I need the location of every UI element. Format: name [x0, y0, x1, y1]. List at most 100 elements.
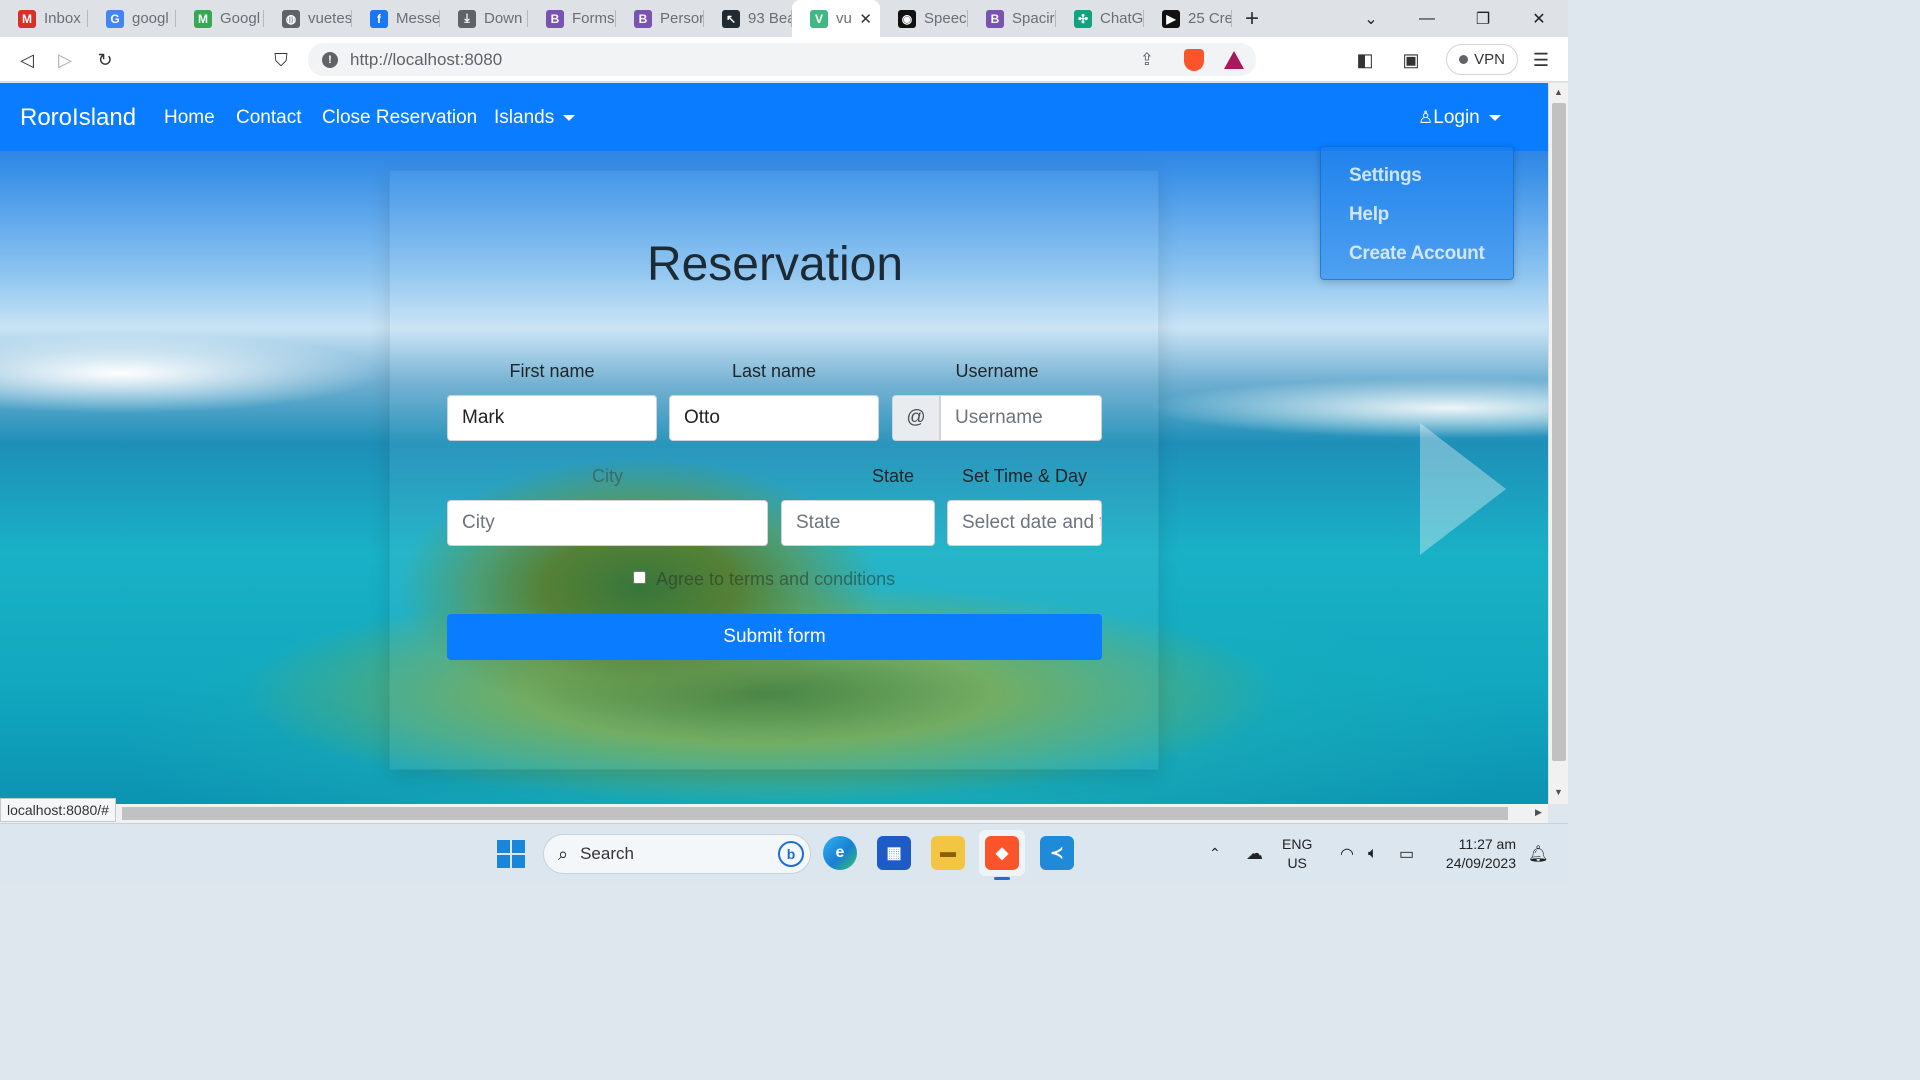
- sidebar-toggle-icon[interactable]: ◧: [1350, 45, 1380, 75]
- vpn-button[interactable]: VPN: [1446, 44, 1518, 75]
- microsoft-store-icon[interactable]: ▦: [877, 836, 911, 870]
- close-tab-icon[interactable]: ✕: [859, 10, 872, 28]
- forward-button[interactable]: ▷: [50, 45, 80, 75]
- active-app-indicator: [994, 877, 1010, 880]
- islands-label: Islands: [494, 107, 555, 128]
- browser-tab[interactable]: M Inbox: [0, 0, 88, 37]
- language-code: ENG: [1282, 835, 1313, 852]
- browser-tab[interactable]: B Forms: [528, 0, 616, 37]
- vertical-scrollbar[interactable]: ▲ ▼: [1548, 83, 1568, 804]
- close-window-button[interactable]: ✕: [1511, 0, 1567, 37]
- brave-browser-icon[interactable]: ◆: [985, 836, 1019, 870]
- taskbar-search[interactable]: ⌕ Search b: [543, 834, 811, 874]
- nav-link-contact[interactable]: Contact: [236, 107, 301, 129]
- scroll-down-icon[interactable]: ▼: [1554, 787, 1563, 797]
- bootstrap-icon: B: [634, 9, 652, 28]
- nav-dropdown-islands[interactable]: Islands: [494, 107, 576, 129]
- address-bar-row: ◁ ▷ ↻ ⛉ ! http://localhost:8080 ⇪ ◧ ▣ VP…: [0, 37, 1568, 82]
- brave-shields-icon[interactable]: [1184, 48, 1204, 71]
- browser-tab[interactable]: Ggoogl: [88, 0, 176, 37]
- wallet-icon[interactable]: ▣: [1396, 45, 1426, 75]
- tab-label: Persor: [660, 10, 704, 27]
- google-meet-icon: M: [194, 9, 212, 28]
- minimize-button[interactable]: —: [1399, 0, 1455, 37]
- windows-start-icon[interactable]: [497, 840, 525, 868]
- reservation-form-panel: Reservation First name Last name Usernam…: [389, 170, 1159, 770]
- scroll-up-icon[interactable]: ▲: [1554, 87, 1563, 97]
- browser-tab[interactable]: ⤓ Down: [440, 0, 528, 37]
- nav-link-home[interactable]: Home: [164, 107, 215, 129]
- bookmark-icon[interactable]: ⛉: [266, 45, 296, 75]
- login-dropdown-menu: Settings Help Create Account: [1320, 146, 1514, 280]
- browser-tab[interactable]: B Persor: [616, 0, 704, 37]
- url-text[interactable]: http://localhost:8080: [350, 50, 502, 70]
- first-name-input[interactable]: [447, 395, 657, 441]
- brand-logo[interactable]: RoroIsland: [20, 104, 136, 132]
- state-input[interactable]: [781, 500, 935, 546]
- browser-tab[interactable]: ▶ 25 Cre: [1144, 0, 1232, 37]
- city-input[interactable]: [447, 500, 768, 546]
- language-indicator[interactable]: ENG US: [1282, 824, 1312, 883]
- browser-tab[interactable]: Vvu ✕: [792, 0, 880, 37]
- brave-rewards-icon[interactable]: [1224, 50, 1244, 69]
- url-bar[interactable]: ! http://localhost:8080 ⇪: [308, 43, 1256, 76]
- vertical-scroll-thumb[interactable]: [1552, 103, 1566, 761]
- file-explorer-icon[interactable]: ▬: [931, 836, 965, 870]
- edge-icon[interactable]: e: [823, 836, 857, 870]
- state-label: State: [871, 466, 914, 486]
- browser-tab[interactable]: f Messe: [352, 0, 440, 37]
- chevron-down-icon: [1488, 114, 1501, 121]
- site-info-icon[interactable]: !: [322, 51, 338, 68]
- terms-label[interactable]: Agree to terms and conditions: [656, 569, 895, 590]
- battery-icon[interactable]: ▭: [1399, 824, 1414, 883]
- menu-icon[interactable]: ☰: [1526, 45, 1556, 75]
- tab-label: Down: [484, 10, 523, 27]
- login-dropdown[interactable]: ♙Login: [1418, 107, 1501, 129]
- reload-button[interactable]: ↻: [90, 45, 120, 75]
- new-tab-button[interactable]: +: [1232, 5, 1272, 33]
- tab-label: ChatG: [1100, 10, 1144, 27]
- dropdown-item-settings[interactable]: Settings: [1349, 165, 1422, 187]
- browser-tab[interactable]: ↖ 93 Bea: [704, 0, 792, 37]
- last-name-input[interactable]: [669, 395, 879, 441]
- clock[interactable]: 11:27 am 24/09/2023: [1430, 824, 1516, 883]
- notification-bell-icon[interactable]: 🔔︎: [1528, 824, 1548, 883]
- terms-checkbox[interactable]: [633, 571, 646, 584]
- tab-search-chevron-icon[interactable]: ⌄: [1343, 0, 1399, 37]
- horizontal-scrollbar[interactable]: ▶: [0, 804, 1548, 823]
- carousel-next-arrow-icon[interactable]: [1420, 423, 1506, 555]
- page-viewport: RoroIsland Home Contact Close Reservatio…: [0, 83, 1548, 804]
- horizontal-scroll-thumb[interactable]: [122, 807, 1508, 820]
- tab-label: vu: [836, 10, 852, 27]
- scroll-right-icon[interactable]: ▶: [1535, 807, 1542, 818]
- share-icon[interactable]: ⇪: [1140, 50, 1154, 70]
- bing-icon[interactable]: b: [778, 841, 804, 867]
- wifi-icon[interactable]: ◠: [1340, 824, 1354, 883]
- dropdown-item-help[interactable]: Help: [1349, 204, 1389, 226]
- browser-tab[interactable]: ◉ Speec: [880, 0, 968, 37]
- facebook-icon: f: [370, 9, 388, 28]
- datetime-label: Set Time & Day: [961, 466, 1088, 486]
- username-input[interactable]: [940, 395, 1102, 441]
- browser-tab[interactable]: B Spacir: [968, 0, 1056, 37]
- back-button[interactable]: ◁: [12, 45, 42, 75]
- last-name-label: Last name: [731, 361, 817, 381]
- restore-button[interactable]: ❐: [1455, 0, 1511, 37]
- datetime-input[interactable]: [947, 500, 1102, 546]
- status-bar-url: localhost:8080/#: [0, 798, 116, 822]
- submit-button[interactable]: Submit form: [447, 614, 1102, 660]
- clock-time: 11:27 am: [1458, 835, 1516, 852]
- onedrive-error-icon[interactable]: ☁: [1246, 824, 1263, 883]
- tab-label: 25 Cre: [1188, 10, 1232, 27]
- browser-tab-bar: M Inbox Ggoogl M Googl ◍ vuetes f Messe ⤓ Down B For…: [0, 0, 1568, 37]
- browser-tab[interactable]: ✣ ChatG: [1056, 0, 1144, 37]
- nav-link-close-reservation[interactable]: Close Reservation: [322, 107, 477, 129]
- tray-overflow-icon[interactable]: ⌃: [1209, 824, 1221, 883]
- vscode-icon[interactable]: ≺: [1040, 836, 1074, 870]
- volume-icon[interactable]: 🔈︎: [1368, 824, 1378, 883]
- tab-label: 93 Bea: [748, 10, 792, 27]
- vue-icon: V: [810, 9, 828, 28]
- browser-tab[interactable]: M Googl: [176, 0, 264, 37]
- browser-tab[interactable]: ◍ vuetes: [264, 0, 352, 37]
- dropdown-item-create-account[interactable]: Create Account: [1349, 243, 1485, 265]
